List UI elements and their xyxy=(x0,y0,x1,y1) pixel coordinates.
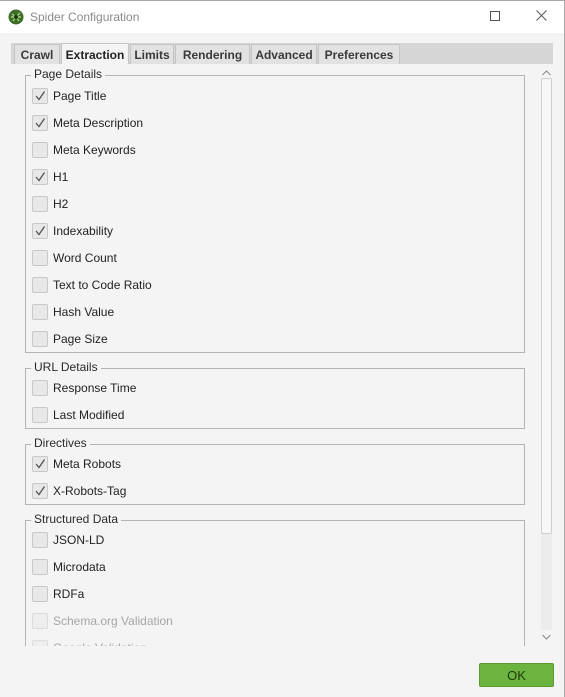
minimize-icon xyxy=(424,10,434,24)
group-structured-data: Structured Data JSON-LD Microdata RDFa S… xyxy=(25,512,525,646)
checkbox xyxy=(32,613,48,629)
checkbox-meta-keywords[interactable]: Meta Keywords xyxy=(32,141,136,159)
checkbox-h2[interactable]: H2 xyxy=(32,195,68,213)
group-title: Directives xyxy=(31,436,90,450)
tab-crawl[interactable]: Crawl xyxy=(14,44,60,65)
checkbox-microdata[interactable]: Microdata xyxy=(32,558,106,576)
checkbox[interactable] xyxy=(32,532,48,548)
checkbox[interactable] xyxy=(32,250,48,266)
checkbox[interactable] xyxy=(32,586,48,602)
checkbox-text-to-code-ratio[interactable]: Text to Code Ratio xyxy=(32,276,152,294)
group-title: Page Details xyxy=(31,67,106,81)
checkbox[interactable] xyxy=(32,223,48,239)
title-bar: Spider Configuration xyxy=(0,1,564,33)
ok-button[interactable]: OK xyxy=(479,663,554,687)
minimize-button[interactable] xyxy=(406,1,452,33)
checkbox-last-modified[interactable]: Last Modified xyxy=(32,406,124,424)
scroll-thumb[interactable] xyxy=(541,78,552,534)
checkbox[interactable] xyxy=(32,88,48,104)
checkbox-response-time[interactable]: Response Time xyxy=(32,379,136,397)
checkbox[interactable] xyxy=(32,304,48,320)
chevron-up-icon xyxy=(541,65,551,79)
close-icon xyxy=(535,10,547,24)
close-button[interactable] xyxy=(518,1,564,33)
spider-logo-icon xyxy=(8,9,24,25)
tab-advanced[interactable]: Advanced xyxy=(251,44,317,65)
checkbox-meta-robots[interactable]: Meta Robots xyxy=(32,455,121,473)
checkbox[interactable] xyxy=(32,142,48,158)
checkbox[interactable] xyxy=(32,331,48,347)
checkbox-indexability[interactable]: Indexability xyxy=(32,222,113,240)
tab-extraction[interactable]: Extraction xyxy=(61,43,129,65)
checkbox-page-title[interactable]: Page Title xyxy=(32,87,106,105)
checkbox[interactable] xyxy=(32,559,48,575)
checkbox[interactable] xyxy=(32,169,48,185)
checkbox-json-ld[interactable]: JSON-LD xyxy=(32,531,104,549)
scroll-up-button[interactable] xyxy=(539,66,553,78)
window-title: Spider Configuration xyxy=(30,10,140,24)
checkbox-meta-description[interactable]: Meta Description xyxy=(32,114,143,132)
checkbox-x-robots-tag[interactable]: X-Robots-Tag xyxy=(32,482,126,500)
maximize-icon xyxy=(490,10,500,24)
group-url-details: URL Details Response Time Last Modified xyxy=(25,360,525,429)
checkbox-schema-org-validation: Schema.org Validation xyxy=(32,612,173,630)
checkbox[interactable] xyxy=(32,277,48,293)
tab-rendering[interactable]: Rendering xyxy=(175,44,250,65)
checkbox[interactable] xyxy=(32,380,48,396)
checkbox-hash-value[interactable]: Hash Value xyxy=(32,303,114,321)
chevron-down-icon xyxy=(541,629,551,643)
checkbox[interactable] xyxy=(32,115,48,131)
dialog-footer: OK xyxy=(0,646,564,697)
checkbox[interactable] xyxy=(32,456,48,472)
checkbox-word-count[interactable]: Word Count xyxy=(32,249,117,267)
tab-limits[interactable]: Limits xyxy=(130,44,174,65)
checkbox[interactable] xyxy=(32,407,48,423)
tab-bar: Crawl Extraction Limits Rendering Advanc… xyxy=(11,43,553,65)
checkbox-google-validation: Google Validation xyxy=(32,639,147,646)
group-directives: Directives Meta Robots X-Robots-Tag xyxy=(25,436,525,505)
extraction-panel: Page Details Page Title Meta Description… xyxy=(11,64,553,646)
vertical-scrollbar[interactable] xyxy=(539,64,553,646)
scroll-down-button[interactable] xyxy=(539,630,553,642)
group-title: URL Details xyxy=(31,360,101,374)
checkbox[interactable] xyxy=(32,483,48,499)
checkbox-h1[interactable]: H1 xyxy=(32,168,68,186)
group-page-details: Page Details Page Title Meta Description… xyxy=(25,67,525,353)
checkbox[interactable] xyxy=(32,196,48,212)
group-title: Structured Data xyxy=(31,512,122,526)
spider-configuration-dialog: Spider Configuration Crawl Extraction Li… xyxy=(0,0,565,697)
checkbox-page-size[interactable]: Page Size xyxy=(32,330,108,348)
maximize-button[interactable] xyxy=(472,1,518,33)
tab-preferences[interactable]: Preferences xyxy=(318,44,400,65)
checkbox-rdfa[interactable]: RDFa xyxy=(32,585,84,603)
